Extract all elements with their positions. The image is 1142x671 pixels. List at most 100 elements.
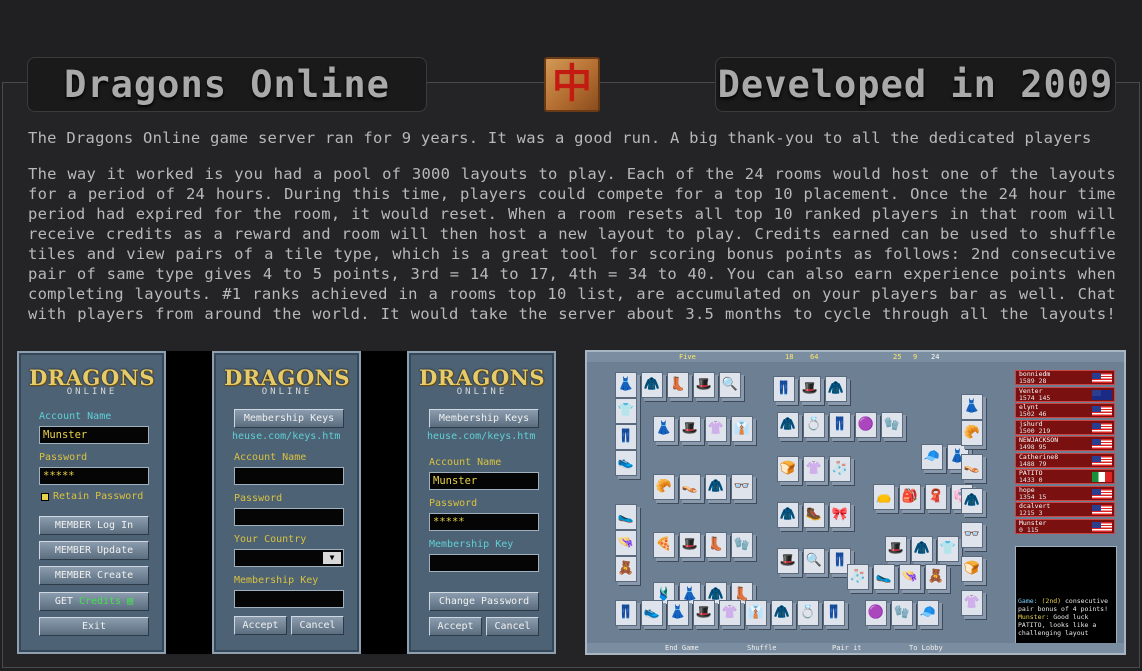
mahjong-tile[interactable]: 🧥 (825, 376, 847, 402)
mahjong-tile[interactable]: 🧸 (925, 564, 947, 590)
mahjong-tile[interactable]: 🧢 (921, 444, 943, 470)
mahjong-tile[interactable]: 🧥 (777, 502, 799, 528)
mahjong-tile[interactable]: 👚 (961, 590, 983, 616)
player-row[interactable]: jshurd 1500 219 (1015, 419, 1115, 435)
mahjong-tile[interactable]: 👔 (745, 600, 767, 626)
mahjong-tile[interactable]: 👗 (961, 394, 983, 420)
mahjong-tile[interactable]: 🧤 (891, 600, 913, 626)
mahjong-tile[interactable]: 👖 (823, 600, 845, 626)
mahjong-tile[interactable]: 👓 (731, 474, 753, 500)
cancel-button[interactable]: Cancel (486, 617, 539, 636)
mahjong-tile[interactable]: 👗 (667, 600, 689, 626)
player-row[interactable]: NEWJACKSON 1498 95 (1015, 436, 1115, 451)
member-update-button[interactable]: MEMBER Update (39, 541, 149, 560)
to-lobby-button[interactable]: To Lobby (909, 643, 943, 653)
membership-key-field[interactable] (234, 590, 344, 608)
mahjong-tile[interactable]: 🥐 (653, 474, 675, 500)
mahjong-tile[interactable]: 🧸 (615, 556, 637, 582)
mahjong-tile[interactable]: 🎒 (899, 484, 921, 510)
mahjong-tile[interactable]: 🎩 (693, 372, 715, 398)
player-row[interactable]: elynt 1502 46 (1015, 403, 1115, 418)
mahjong-tile[interactable]: 👖 (829, 412, 851, 438)
account-name-field[interactable]: Munster (39, 426, 149, 444)
mahjong-tile[interactable]: 🧢 (917, 600, 939, 626)
mahjong-tile[interactable]: 👗 (653, 416, 675, 442)
member-create-button[interactable]: MEMBER Create (39, 566, 149, 585)
mahjong-tile[interactable]: 🧦 (847, 564, 869, 590)
mahjong-tile[interactable]: 👔 (731, 416, 753, 442)
mahjong-tile[interactable]: 🎀 (829, 502, 851, 528)
mahjong-tile[interactable]: 👚 (705, 416, 727, 442)
mahjong-tile[interactable]: 👢 (667, 372, 689, 398)
mahjong-tile[interactable]: 👗 (615, 372, 637, 398)
player-row[interactable]: Venter 1574 145 (1015, 386, 1115, 402)
mahjong-tile[interactable]: 🧥 (961, 488, 983, 514)
mahjong-tile[interactable]: 🔍 (803, 548, 825, 574)
mahjong-tile[interactable]: 🧥 (641, 372, 663, 398)
mahjong-tile[interactable]: 🧥 (705, 474, 727, 500)
mahjong-tile[interactable]: 👖 (615, 424, 637, 450)
mahjong-tile[interactable]: 👡 (961, 454, 983, 480)
mahjong-tile[interactable]: 👒 (615, 530, 637, 556)
password-field[interactable]: ***** (39, 467, 149, 485)
mahjong-tile[interactable]: 👝 (873, 484, 895, 510)
mahjong-tile[interactable]: 🎩 (693, 600, 715, 626)
shuffle-button[interactable]: Shuffle (747, 643, 777, 653)
retain-password-checkbox[interactable] (41, 493, 49, 501)
mahjong-tile[interactable]: 👕 (937, 536, 959, 562)
mahjong-tile[interactable]: 🧣 (925, 484, 947, 510)
mahjong-tile[interactable]: 👟 (641, 600, 663, 626)
account-name-field[interactable] (234, 467, 344, 485)
membership-keys-link[interactable]: heuse.com/keys.htm (427, 431, 535, 442)
mahjong-tile[interactable]: 🟣 (865, 600, 887, 626)
player-row[interactable]: hope 1354 15 (1015, 485, 1115, 501)
mahjong-tile[interactable]: 👖 (773, 376, 795, 402)
end-game-button[interactable]: End Game (665, 643, 699, 653)
password-field[interactable] (234, 508, 344, 526)
membership-key-field[interactable] (429, 554, 539, 572)
player-row[interactable]: dcalvert 1215 3 (1015, 502, 1115, 517)
mahjong-tile[interactable]: 💍 (803, 412, 825, 438)
country-select[interactable]: ▼ (234, 549, 344, 567)
chevron-down-icon[interactable]: ▼ (323, 552, 341, 564)
membership-keys-button[interactable]: Membership Keys (234, 409, 344, 428)
mahjong-tile[interactable]: 🥿 (615, 504, 637, 530)
member-login-button[interactable]: MEMBER Log In (39, 516, 149, 535)
mahjong-tile[interactable]: 💍 (797, 600, 819, 626)
mahjong-tile[interactable]: 🧥 (777, 412, 799, 438)
accept-button[interactable]: Accept (429, 617, 482, 636)
exit-button[interactable]: Exit (39, 617, 149, 636)
mahjong-tile[interactable]: 🧤 (881, 412, 903, 438)
mahjong-tile[interactable]: 👡 (679, 474, 701, 500)
accept-button[interactable]: Accept (234, 616, 287, 635)
membership-keys-button[interactable]: Membership Keys (429, 409, 539, 428)
cancel-button[interactable]: Cancel (291, 616, 344, 635)
mahjong-tile[interactable]: 🥾 (803, 502, 825, 528)
player-row[interactable]: PATITO 1433 0 (1015, 469, 1115, 484)
mahjong-tile[interactable]: 🎩 (679, 532, 701, 558)
password-field[interactable]: ***** (429, 513, 539, 531)
player-row[interactable]: Catherine8 1488 79 (1015, 452, 1115, 468)
mahjong-tile[interactable]: 🥿 (873, 564, 895, 590)
mahjong-tile[interactable]: 👖 (615, 600, 637, 626)
mahjong-tile[interactable]: 👚 (803, 456, 825, 482)
membership-keys-link[interactable]: heuse.com/keys.htm (232, 431, 340, 442)
mahjong-tile[interactable]: 👚 (719, 600, 741, 626)
mahjong-tile[interactable]: 🎩 (799, 376, 821, 402)
mahjong-tile[interactable]: 🎩 (885, 536, 907, 562)
mahjong-tile[interactable]: 🧦 (829, 456, 851, 482)
mahjong-tile[interactable]: 👓 (961, 522, 983, 548)
get-credits-button[interactable]: GET Credits ▤ (39, 592, 149, 611)
mahjong-tile[interactable]: 👟 (615, 450, 637, 476)
player-row[interactable]: Munster 0 115 (1015, 518, 1115, 534)
mahjong-tile[interactable]: 🍞 (961, 556, 983, 582)
mahjong-tile[interactable]: 🍞 (777, 456, 799, 482)
mahjong-tile[interactable]: 👕 (615, 398, 637, 424)
account-name-field[interactable]: Munster (429, 472, 539, 490)
mahjong-tile[interactable]: 🍕 (653, 532, 675, 558)
mahjong-tile[interactable]: 🟣 (855, 412, 877, 438)
mahjong-tile[interactable]: 👒 (899, 564, 921, 590)
mahjong-tile[interactable]: 🔍 (719, 372, 741, 398)
mahjong-tile[interactable]: 🧥 (911, 536, 933, 562)
change-password-button[interactable]: Change Password (429, 592, 539, 611)
